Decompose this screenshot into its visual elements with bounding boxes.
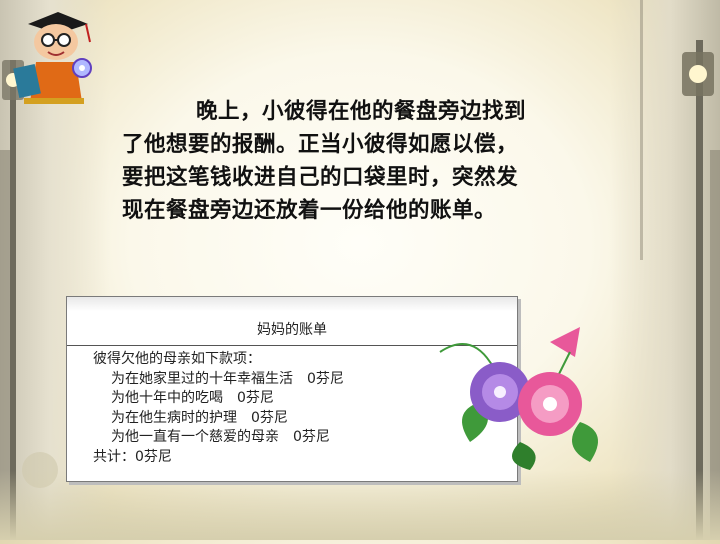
morning-glory-flowers-icon (439, 327, 598, 470)
story-line: 了他想要的报酬。正当小彼得如愿以偿， (122, 132, 519, 157)
story-text: 晚上，小彼得在他的餐盘旁边找到 了他想要的报酬。正当小彼得如愿以偿， 要把这笔钱… (122, 95, 642, 227)
story-line: 晚上，小彼得在他的餐盘旁边找到 (196, 99, 527, 124)
story-line: 要把这笔钱收进自己的口袋里时，突然发 (122, 165, 519, 190)
story-line: 现在餐盘旁边还放着一份给他的账单。 (122, 198, 497, 223)
right-lamp-scenery (610, 0, 720, 540)
lamp-post-icon (640, 0, 720, 540)
teacher-mascot-icon (13, 12, 92, 104)
